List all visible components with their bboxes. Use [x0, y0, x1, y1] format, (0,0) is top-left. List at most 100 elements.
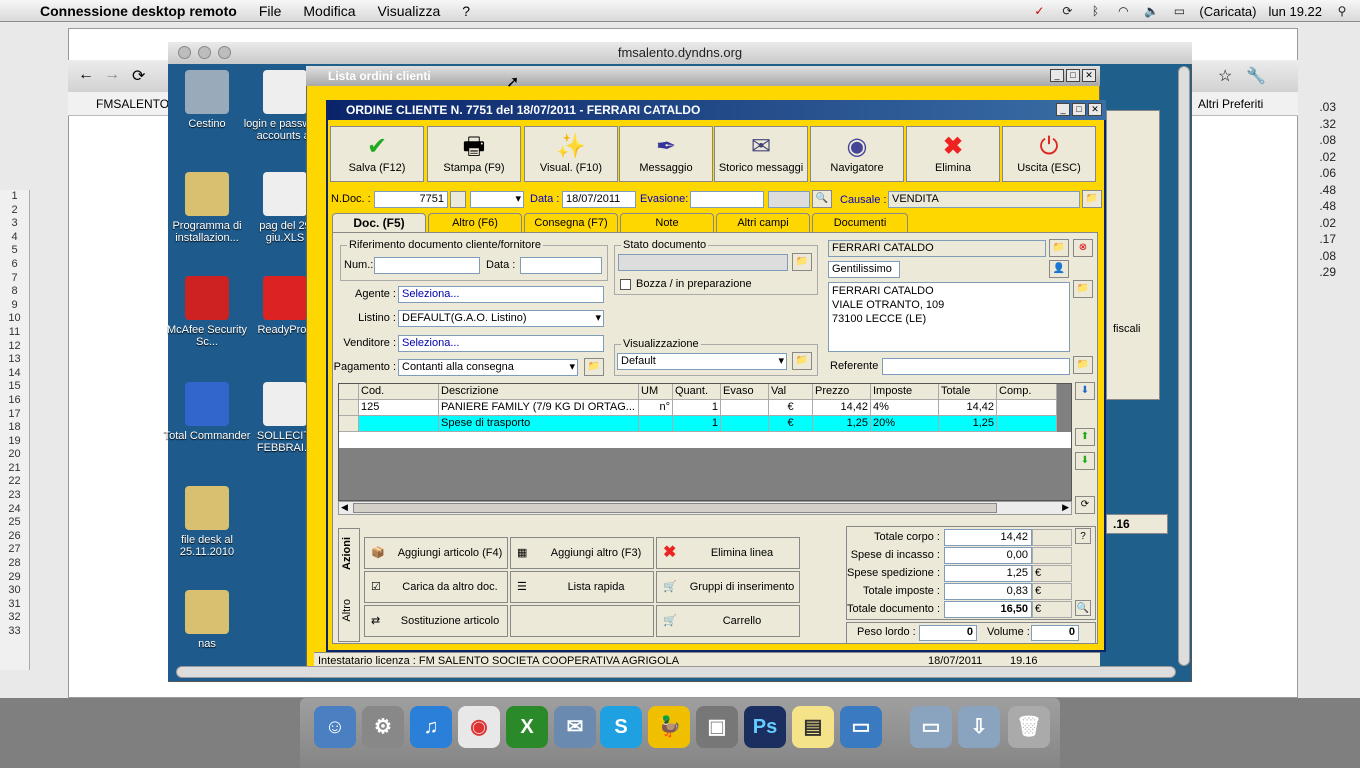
finder-icon[interactable]: ☺: [314, 706, 356, 748]
save-button[interactable]: ✔ Salva (F12): [330, 126, 424, 182]
volume-icon[interactable]: 🔈: [1143, 4, 1159, 18]
grid-cell[interactable]: [997, 400, 1057, 416]
row-header[interactable]: 17: [0, 408, 29, 422]
indirizzo-box[interactable]: FERRARI CATALDO VIALE OTRANTO, 109 73100…: [828, 282, 1070, 352]
total-value[interactable]: 16,50: [944, 601, 1032, 618]
grid-cell[interactable]: 4%: [871, 400, 939, 416]
menu-modifica[interactable]: Modifica: [303, 3, 355, 19]
star-icon[interactable]: ☆: [1218, 66, 1232, 86]
row-header[interactable]: 13: [0, 353, 29, 367]
grid-cell[interactable]: €: [769, 416, 813, 432]
forward-icon[interactable]: →: [104, 66, 120, 84]
back-icon[interactable]: ←: [78, 66, 94, 84]
total-value[interactable]: 0,83: [944, 583, 1032, 600]
excel-icon[interactable]: X: [506, 706, 548, 748]
row-header[interactable]: 12: [0, 340, 29, 354]
totals-search-icon[interactable]: 🔍: [1075, 600, 1091, 616]
battery-icon[interactable]: ▭: [1171, 4, 1187, 18]
volume-field[interactable]: 0: [1031, 625, 1079, 641]
stato-field[interactable]: [618, 254, 788, 271]
insert-groups-button[interactable]: 🛒 Gruppi di inserimento: [656, 571, 800, 603]
saluto-field[interactable]: Gentilissimo: [828, 261, 900, 278]
battery-status[interactable]: (Caricata): [1199, 4, 1256, 19]
empty-action-button[interactable]: [510, 605, 654, 637]
grid-header[interactable]: Cod. Descrizione UM Quant. Evaso Val Prezzo Imp…: [339, 384, 1071, 400]
row-header[interactable]: 30: [0, 584, 29, 598]
visual-select[interactable]: Default ▾: [617, 353, 787, 370]
rd-title-bar[interactable]: fmsalento.dyndns.org: [168, 42, 1192, 64]
column-header[interactable]: Comp.: [997, 384, 1057, 400]
tab-altro-side[interactable]: Altro: [341, 599, 353, 622]
applications-folder-icon[interactable]: ▭: [910, 706, 952, 748]
row-header[interactable]: 26: [0, 530, 29, 544]
lista-minimize-icon[interactable]: _: [1050, 69, 1064, 82]
visual-button[interactable]: ✨ Visual. (F10): [524, 126, 618, 182]
stato-folder-icon[interactable]: 📁: [792, 253, 812, 271]
items-grid[interactable]: Cod. Descrizione UM Quant. Evaso Val Prezzo Imp…: [338, 383, 1072, 501]
evasione-field[interactable]: [690, 191, 764, 208]
row-header[interactable]: 8: [0, 285, 29, 299]
referente-folder-icon[interactable]: 📁: [1073, 356, 1093, 374]
causale-folder-icon[interactable]: 📁: [1082, 190, 1102, 208]
column-header[interactable]: UM: [639, 384, 673, 400]
cyberduck-icon[interactable]: 🦆: [648, 706, 690, 748]
grid-cell[interactable]: 125: [359, 400, 439, 416]
wifi-icon[interactable]: ◠: [1115, 4, 1131, 18]
tab-note[interactable]: Note: [620, 213, 714, 233]
evasione-extra-field[interactable]: [768, 191, 810, 208]
bozza-checkbox[interactable]: [620, 279, 631, 290]
row-header[interactable]: 2: [0, 204, 29, 218]
row-header[interactable]: 28: [0, 557, 29, 571]
row-header[interactable]: 33: [0, 625, 29, 639]
arrow-up-green-icon[interactable]: ⬆: [1075, 428, 1095, 446]
column-header[interactable]: Prezzo: [813, 384, 871, 400]
contact-icon[interactable]: 👤: [1049, 260, 1069, 278]
lista-close-icon[interactable]: ✕: [1082, 69, 1096, 82]
ordine-close-icon[interactable]: ✕: [1088, 103, 1102, 116]
add-article-button[interactable]: 📦 Aggiungi articolo (F4): [364, 537, 508, 569]
grid-cell[interactable]: 1: [673, 416, 721, 432]
row-header[interactable]: 20: [0, 448, 29, 462]
table-row[interactable]: 125 PANIERE FAMILY (7/9 KG DI ORTAG... n° 1…: [339, 400, 1071, 416]
row-header[interactable]: 16: [0, 394, 29, 408]
grid-cell[interactable]: [721, 416, 769, 432]
listino-select[interactable]: DEFAULT(G.A.O. Listino) ▾: [398, 310, 604, 327]
desktop-icon[interactable]: Programma di installazion...: [162, 172, 252, 244]
arrow-down-blue-icon[interactable]: ⬇: [1075, 382, 1095, 400]
ordine-title[interactable]: ORDINE CLIENTE N. 7751 del 18/07/2011 - …: [326, 100, 1106, 120]
row-header[interactable]: 14: [0, 367, 29, 381]
total-value[interactable]: 1,25: [944, 565, 1032, 582]
menu-file[interactable]: File: [259, 3, 282, 19]
row-header[interactable]: 4: [0, 231, 29, 245]
row-header[interactable]: 21: [0, 462, 29, 476]
column-header[interactable]: Totale: [939, 384, 997, 400]
rd-vertical-scrollbar[interactable]: [1178, 66, 1190, 666]
message-button[interactable]: ✒ Messaggio: [619, 126, 713, 182]
rd-horizontal-scrollbar[interactable]: [176, 666, 1176, 678]
desktop-icon[interactable]: Total Commander: [162, 382, 252, 442]
row-header[interactable]: 7: [0, 272, 29, 286]
downloads-folder-icon[interactable]: ⇩: [958, 706, 1000, 748]
app-menu[interactable]: Connessione desktop remoto: [40, 3, 237, 19]
ordine-maximize-icon[interactable]: □: [1072, 103, 1086, 116]
grid-scrollbar[interactable]: ◀ ▶: [338, 501, 1072, 515]
peso-field[interactable]: 0: [919, 625, 977, 641]
row-selector[interactable]: [339, 384, 359, 400]
close-icon[interactable]: [178, 46, 191, 59]
cart-button[interactable]: 🛒 Carrello: [656, 605, 800, 637]
column-header[interactable]: Descrizione: [439, 384, 639, 400]
row-header[interactable]: 31: [0, 598, 29, 612]
mail-icon[interactable]: ✉: [554, 706, 596, 748]
trash-icon[interactable]: 🗑: [1008, 706, 1050, 748]
row-header[interactable]: 29: [0, 571, 29, 585]
num-field[interactable]: [374, 257, 480, 274]
desktop-icon[interactable]: McAfee Security Sc...: [162, 276, 252, 348]
grid-cell[interactable]: 1,25: [813, 416, 871, 432]
scroll-right-icon[interactable]: ▶: [1062, 502, 1069, 513]
stickies-icon[interactable]: ▤: [792, 706, 834, 748]
referente-field[interactable]: [882, 358, 1070, 375]
remote-desktop-icon[interactable]: ▭: [840, 706, 882, 748]
cliente-remove-icon[interactable]: ⊗: [1073, 239, 1093, 257]
row-selector[interactable]: [339, 416, 359, 432]
grid-cell[interactable]: [997, 416, 1057, 432]
